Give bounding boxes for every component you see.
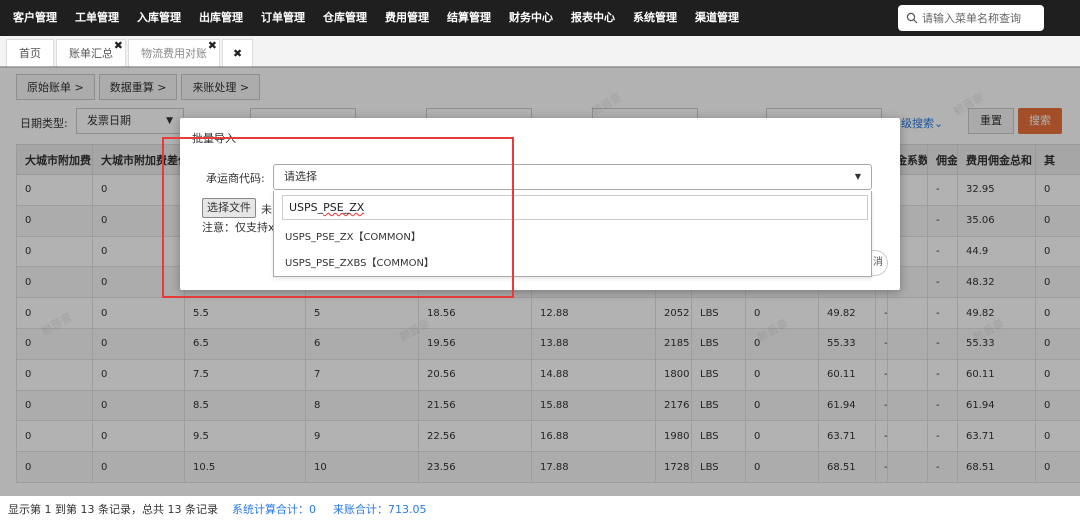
- carrier-dropdown: USPS_PSE_ZX USPS_PSE_ZX【COMMON】 USPS_PSE…: [273, 191, 872, 277]
- search-text-prefix: USPS_: [289, 201, 324, 214]
- watermark: 赖晋豪: [755, 316, 791, 345]
- file-status: 未: [261, 203, 272, 216]
- file-type-note: 注意：仅支持xl: [202, 221, 278, 234]
- tab-bar: 首页 账单汇总 ✖ 物流费用对账 ✖ ✖: [0, 36, 1080, 68]
- carrier-code-label: 承运商代码:: [206, 172, 265, 185]
- menu-search-box[interactable]: [898, 5, 1044, 31]
- watermark: 赖晋豪: [589, 90, 625, 119]
- menu-item-inbound[interactable]: 入库管理: [128, 0, 190, 36]
- tab-logistics-reconcile[interactable]: 物流费用对账 ✖: [128, 39, 220, 67]
- menu-item-customers[interactable]: 客户管理: [4, 0, 66, 36]
- main-menu: 客户管理 工单管理 入库管理 出库管理 订单管理 仓库管理 费用管理 结算管理 …: [0, 0, 748, 36]
- menu-item-reports[interactable]: 报表中心: [562, 0, 624, 36]
- menu-item-system[interactable]: 系统管理: [624, 0, 686, 36]
- close-all-tabs-button[interactable]: ✖: [222, 39, 254, 67]
- search-icon: [906, 12, 918, 24]
- tab-home[interactable]: 首页: [6, 39, 54, 67]
- menu-item-outbound[interactable]: 出库管理: [190, 0, 252, 36]
- dropdown-option[interactable]: USPS_PSE_ZXBS【COMMON】: [274, 251, 871, 277]
- tab-logistics-reconcile-label: 物流费用对账: [141, 47, 207, 60]
- dropdown-search-input[interactable]: USPS_PSE_ZX: [282, 195, 868, 220]
- menu-item-channels[interactable]: 渠道管理: [686, 0, 748, 36]
- record-count: 显示第 1 到第 13 条记录，总共 13 条记录: [8, 503, 218, 516]
- menu-item-fees[interactable]: 费用管理: [376, 0, 438, 36]
- menu-item-tickets[interactable]: 工单管理: [66, 0, 128, 36]
- caret-down-icon: ▼: [854, 172, 861, 181]
- menu-item-settlement[interactable]: 结算管理: [438, 0, 500, 36]
- watermark: 赖晋豪: [397, 316, 433, 345]
- system-total: 系统计算合计：0: [232, 503, 316, 516]
- watermark: 赖晋豪: [971, 316, 1007, 345]
- top-nav-bar: 客户管理 工单管理 入库管理 出库管理 订单管理 仓库管理 费用管理 结算管理 …: [0, 0, 1080, 36]
- watermark: 赖晋豪: [951, 90, 987, 119]
- dropdown-option[interactable]: USPS_PSE_ZX【COMMON】: [274, 225, 871, 251]
- menu-item-orders[interactable]: 订单管理: [252, 0, 314, 36]
- choose-file-button[interactable]: 选择文件: [202, 198, 256, 218]
- close-icon[interactable]: ✖: [208, 32, 217, 60]
- carrier-code-value: 请选择: [284, 170, 317, 183]
- menu-search-input[interactable]: [922, 11, 1038, 25]
- tab-home-label: 首页: [19, 47, 41, 60]
- carrier-code-select[interactable]: 请选择 ▼: [273, 164, 872, 190]
- tab-bill-summary-label: 账单汇总: [69, 47, 113, 60]
- menu-item-warehouse[interactable]: 仓库管理: [314, 0, 376, 36]
- menu-item-finance[interactable]: 财务中心: [500, 0, 562, 36]
- modal-title: 批量导入: [192, 132, 236, 145]
- watermark: 赖晋豪: [39, 310, 75, 339]
- close-icon[interactable]: ✖: [114, 32, 123, 60]
- table-footer: 显示第 1 到第 13 条记录，总共 13 条记录 系统计算合计：0 来账合计：…: [0, 494, 1080, 530]
- incoming-total: 来账合计：713.05: [333, 503, 427, 516]
- tab-bill-summary[interactable]: 账单汇总 ✖: [56, 39, 126, 67]
- search-text-rest: PSE_ZX: [323, 201, 365, 214]
